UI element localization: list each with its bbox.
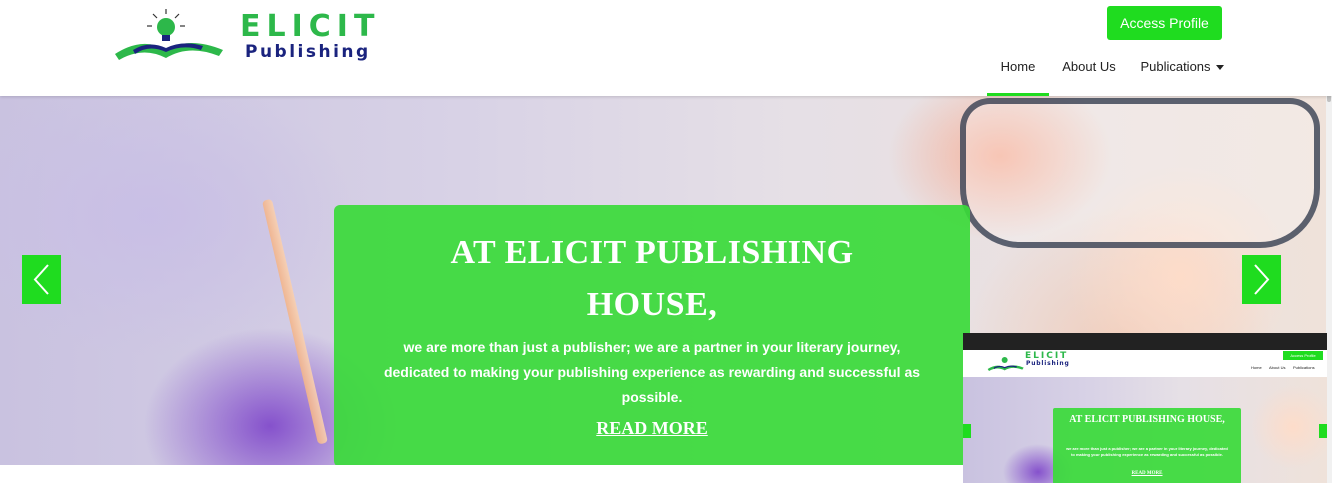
- nav-about-label: About Us: [1062, 59, 1116, 74]
- preview-next-arrow: [1319, 424, 1327, 438]
- preview-title: AT ELICIT PUBLISHING HOUSE,: [1069, 414, 1225, 425]
- access-profile-button[interactable]: Access Profile: [1107, 6, 1222, 40]
- goggles-image: [960, 98, 1320, 248]
- preview-read-more: READ MORE: [1131, 471, 1163, 476]
- page-preview-thumbnail: ELICIT Publishing Access Profile Home Ab…: [963, 333, 1327, 483]
- logo-subtitle: Publishing: [245, 42, 371, 62]
- pipette-image: [262, 198, 328, 445]
- logo-title: ELICIT: [240, 9, 381, 44]
- slide-text: we are more than just a publisher; we ar…: [383, 339, 921, 405]
- chevron-right-icon: [1254, 264, 1270, 295]
- nav-publications[interactable]: Publications: [1136, 48, 1228, 96]
- preview-logo-subtitle: Publishing: [1026, 360, 1070, 367]
- preview-caption-box: AT ELICIT PUBLISHING HOUSE, we are more …: [1053, 408, 1241, 483]
- site-header: ELICIT Publishing Access Profile Home Ab…: [0, 0, 1332, 96]
- nav-publications-label: Publications: [1140, 59, 1211, 74]
- slide-title: AT ELICIT PUBLISHING HOUSE,: [450, 234, 854, 323]
- preview-prev-arrow: [963, 424, 971, 438]
- book-bulb-logo-icon: [115, 9, 223, 60]
- preview-hero: AT ELICIT PUBLISHING HOUSE, we are more …: [963, 377, 1327, 483]
- preview-header: ELICIT Publishing Access Profile Home Ab…: [963, 350, 1327, 377]
- nav-about-us[interactable]: About Us: [1058, 48, 1120, 96]
- slider-next-button[interactable]: [1242, 255, 1281, 304]
- preview-nav-home: Home: [1251, 365, 1262, 370]
- chevron-left-icon: [33, 264, 49, 295]
- preview-logo-icon: [987, 357, 1024, 371]
- nav-active-indicator: [987, 93, 1049, 96]
- preview-access-button: Access Profile: [1283, 351, 1323, 360]
- preview-text: we are more than just a publisher; we ar…: [1066, 446, 1228, 457]
- read-more-link[interactable]: READ MORE: [334, 418, 970, 439]
- slide-caption-box: AT ELICIT PUBLISHING HOUSE, we are more …: [334, 205, 970, 465]
- caret-down-icon: [1215, 65, 1224, 71]
- site-logo[interactable]: ELICIT Publishing: [113, 6, 383, 66]
- nav-home[interactable]: Home: [987, 48, 1049, 96]
- preview-nav-about: About Us: [1269, 365, 1286, 370]
- slider-prev-button[interactable]: [22, 255, 61, 304]
- preview-nav-publications: Publications: [1293, 365, 1315, 370]
- nav-home-label: Home: [1000, 59, 1036, 74]
